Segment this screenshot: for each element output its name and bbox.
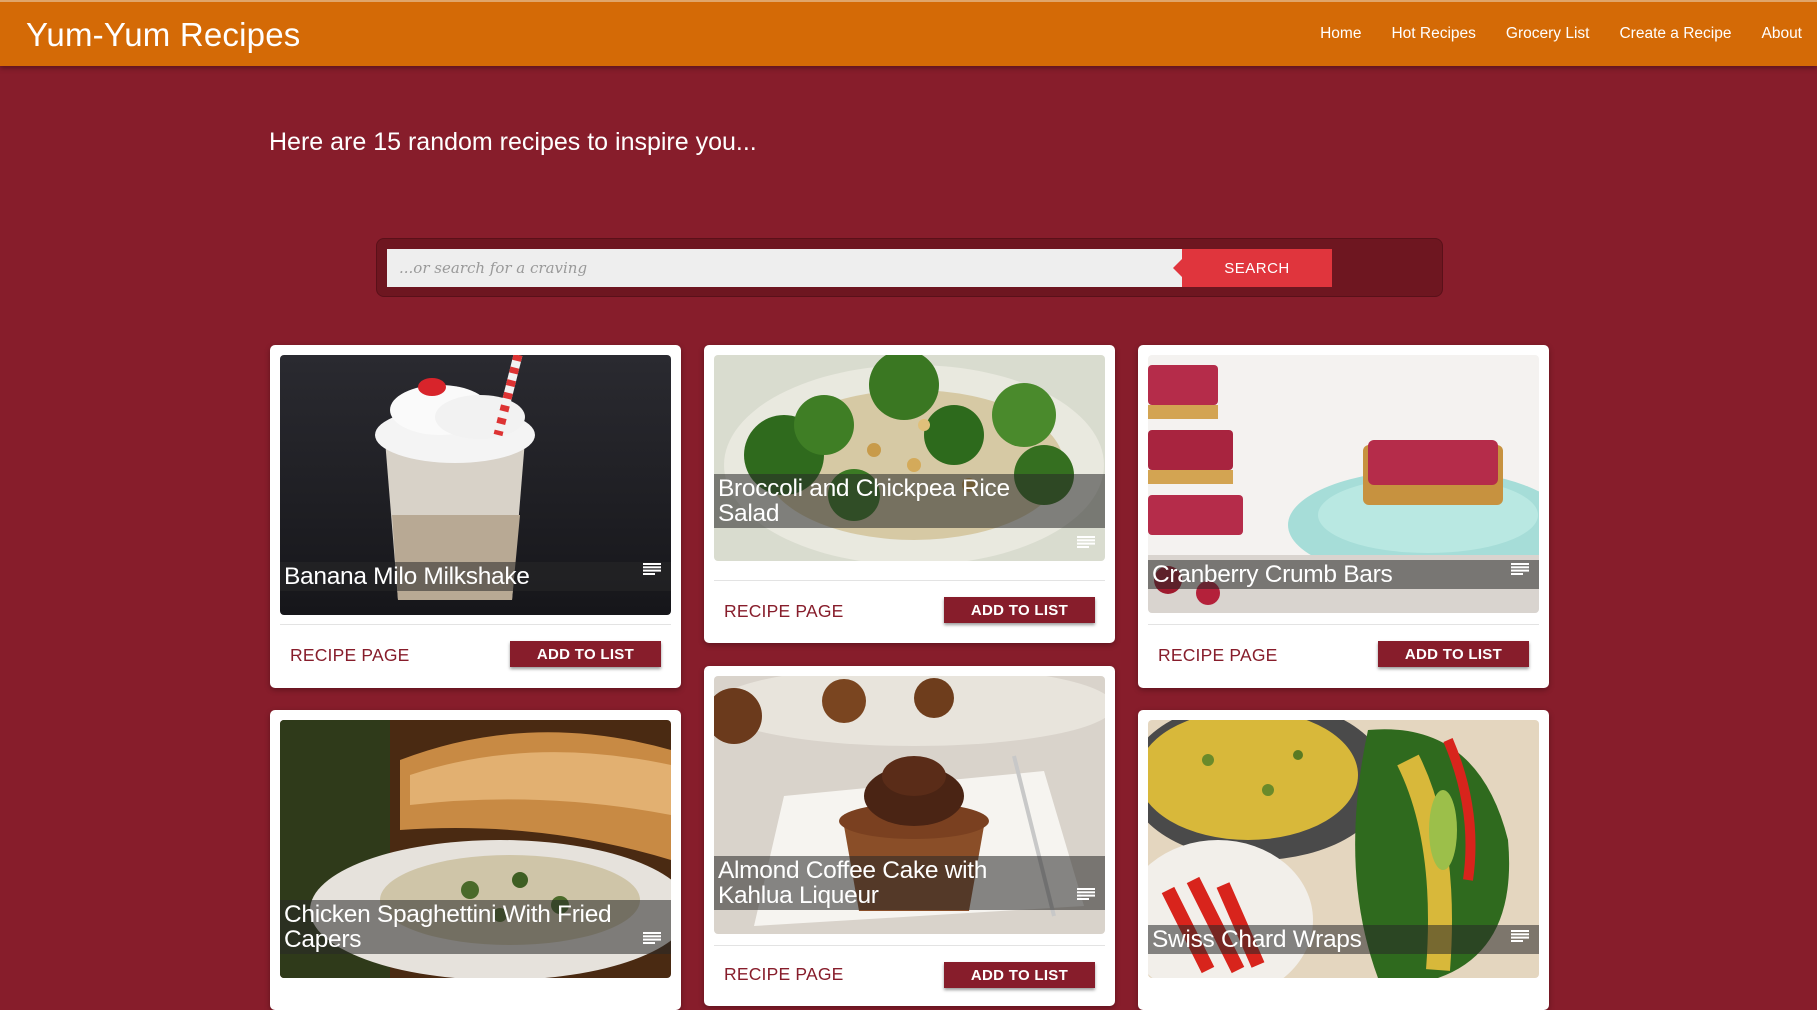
add-to-list-button[interactable]: ADD TO LIST (944, 962, 1095, 988)
menu-lines-icon[interactable] (1511, 930, 1529, 942)
recipe-image[interactable]: Almond Coffee Cake with Kahlua Liqueur (714, 676, 1105, 934)
recipe-title-bar: Banana Milo Milkshake (280, 562, 671, 591)
recipe-title-bar: Broccoli and Chickpea Rice Salad (714, 474, 1105, 528)
add-to-list-button[interactable]: ADD TO LIST (510, 641, 661, 667)
add-to-list-button[interactable]: ADD TO LIST (1378, 641, 1529, 667)
recipe-title: Broccoli and Chickpea Rice Salad (718, 475, 1010, 527)
nav-links: Home Hot Recipes Grocery List Create a R… (1305, 2, 1817, 66)
recipe-image[interactable]: Banana Milo Milkshake (280, 355, 671, 615)
page-heading: Here are 15 random recipes to inspire yo… (269, 128, 757, 156)
recipe-card: Chicken Spaghettini With Fried Capers (270, 710, 681, 1010)
recipe-title: Almond Coffee Cake with Kahlua Liqueur (718, 857, 988, 909)
search-button[interactable]: SEARCH (1173, 249, 1332, 287)
recipe-title: Cranberry Crumb Bars (1152, 561, 1393, 588)
menu-lines-icon[interactable] (643, 563, 661, 575)
brand-title[interactable]: Yum-Yum Recipes (26, 16, 300, 54)
nav-link-grocery-list[interactable]: Grocery List (1491, 25, 1605, 43)
search-bar: SEARCH (376, 238, 1443, 297)
card-divider (1148, 624, 1539, 625)
recipe-page-link[interactable]: RECIPE PAGE (724, 601, 844, 622)
recipe-card: Banana Milo Milkshake RECIPE PAGE ADD TO… (270, 345, 681, 688)
card-divider (714, 945, 1105, 946)
recipe-title: Swiss Chard Wraps (1152, 926, 1362, 953)
recipe-page-link[interactable]: RECIPE PAGE (724, 964, 844, 985)
broccoli-salad-photo (714, 355, 1105, 561)
recipe-page-link[interactable]: RECIPE PAGE (1158, 645, 1278, 666)
nav-link-hot-recipes[interactable]: Hot Recipes (1376, 25, 1490, 43)
nav-link-home[interactable]: Home (1305, 25, 1376, 43)
recipe-card: Swiss Chard Wraps (1138, 710, 1549, 1010)
menu-lines-icon[interactable] (643, 932, 661, 944)
navbar: Yum-Yum Recipes Home Hot Recipes Grocery… (0, 0, 1817, 66)
menu-lines-icon[interactable] (1077, 536, 1095, 548)
recipe-title: Banana Milo Milkshake (284, 563, 530, 590)
recipe-title: Chicken Spaghettini With Fried Capers (284, 901, 612, 953)
search-input[interactable] (387, 249, 1182, 287)
recipe-card: Almond Coffee Cake with Kahlua Liqueur R… (704, 666, 1115, 1006)
add-to-list-button[interactable]: ADD TO LIST (944, 597, 1095, 623)
recipe-image[interactable]: Chicken Spaghettini With Fried Capers (280, 720, 671, 978)
nav-link-about[interactable]: About (1746, 25, 1817, 43)
recipe-card: Cranberry Crumb Bars RECIPE PAGE ADD TO … (1138, 345, 1549, 688)
card-divider (714, 580, 1105, 581)
recipe-title-bar: Almond Coffee Cake with Kahlua Liqueur (714, 856, 1105, 910)
recipe-page-link[interactable]: RECIPE PAGE (290, 645, 410, 666)
menu-lines-icon[interactable] (1511, 563, 1529, 575)
nav-link-create-recipe[interactable]: Create a Recipe (1604, 25, 1746, 43)
recipe-image[interactable]: Broccoli and Chickpea Rice Salad (714, 355, 1105, 561)
card-divider (280, 624, 671, 625)
recipe-title-bar: Chicken Spaghettini With Fried Capers (280, 900, 671, 954)
recipe-title-bar: Cranberry Crumb Bars (1148, 560, 1539, 589)
menu-lines-icon[interactable] (1077, 888, 1095, 900)
recipe-title-bar: Swiss Chard Wraps (1148, 925, 1539, 954)
recipe-card: Broccoli and Chickpea Rice Salad RECIPE … (704, 345, 1115, 643)
recipe-image[interactable]: Swiss Chard Wraps (1148, 720, 1539, 978)
recipe-image[interactable]: Cranberry Crumb Bars (1148, 355, 1539, 613)
